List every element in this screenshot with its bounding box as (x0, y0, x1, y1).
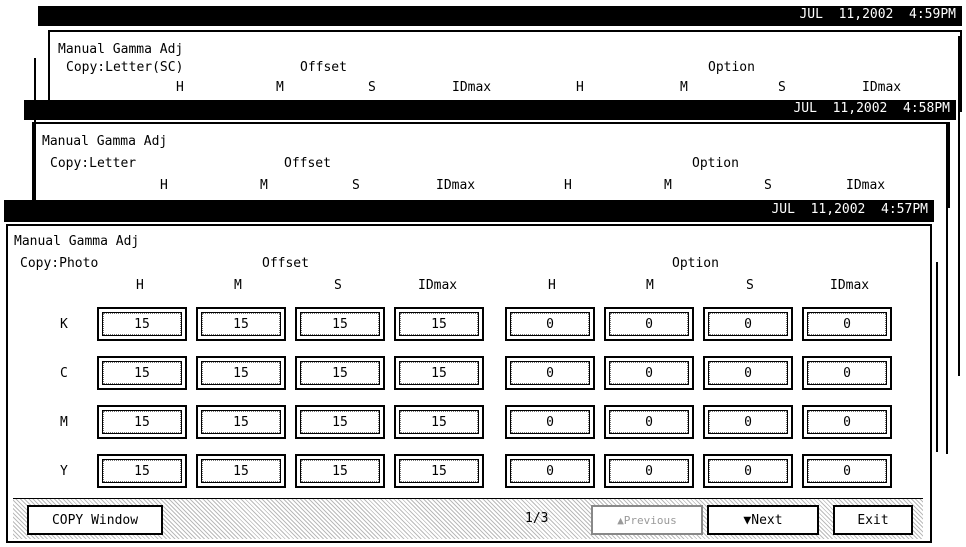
stack-edge (34, 58, 36, 208)
y-offset-h[interactable]: 15 (97, 454, 187, 488)
col-m: M (276, 80, 284, 95)
y-option-idmax[interactable]: 0 (802, 454, 892, 488)
copy-mode-label: Copy:Letter(SC) (66, 60, 184, 75)
m-offset-idmax[interactable]: 15 (394, 405, 484, 439)
offset-label: Offset (284, 156, 331, 171)
copy-mode-label: Copy:Letter (50, 156, 137, 171)
y-offset-s[interactable]: 15 (295, 454, 385, 488)
offset-label: Offset (262, 256, 309, 271)
m-option-s[interactable]: 0 (703, 405, 793, 439)
c-option-h[interactable]: 0 (505, 356, 595, 390)
row-label-y: Y (60, 464, 68, 479)
next-button[interactable]: ▼Next (707, 505, 819, 535)
c-option-s[interactable]: 0 (703, 356, 793, 390)
title-bar: JUL 11,2002 4:57PM (4, 200, 934, 222)
window-frame: Manual Gamma Adj Copy:Letter Offset Opti… (32, 122, 950, 208)
m-offset-m[interactable]: 15 (196, 405, 286, 439)
c-offset-s[interactable]: 15 (295, 356, 385, 390)
m-offset-h[interactable]: 15 (97, 405, 187, 439)
col-opt-h: H (548, 278, 556, 293)
title-bar: JUL 11,2002 4:58PM (24, 100, 956, 120)
col-s: S (352, 178, 360, 193)
col-opt-h: H (576, 80, 584, 95)
y-offset-m[interactable]: 15 (196, 454, 286, 488)
option-label: Option (708, 60, 755, 75)
col-s: S (334, 278, 342, 293)
col-opt-idmax: IDmax (830, 278, 870, 293)
window-frame: Manual Gamma Adj Copy:Photo Offset Optio… (6, 224, 932, 543)
row-label-k: K (60, 317, 68, 332)
col-opt-idmax: IDmax (862, 80, 902, 95)
m-option-m[interactable]: 0 (604, 405, 694, 439)
col-idmax: IDmax (418, 278, 458, 293)
col-h: H (136, 278, 144, 293)
title-bar: JUL 11,2002 4:59PM (38, 6, 962, 26)
k-offset-m[interactable]: 15 (196, 307, 286, 341)
k-option-h[interactable]: 0 (505, 307, 595, 341)
k-offset-idmax[interactable]: 15 (394, 307, 484, 341)
y-option-s[interactable]: 0 (703, 454, 793, 488)
c-offset-h[interactable]: 15 (97, 356, 187, 390)
stack-edge (936, 262, 938, 452)
y-offset-idmax[interactable]: 15 (394, 454, 484, 488)
col-opt-s: S (778, 80, 786, 95)
copy-mode-label: Copy:Photo (20, 256, 99, 271)
k-offset-s[interactable]: 15 (295, 307, 385, 341)
row-label-c: C (60, 366, 68, 381)
window-back-2: JUL 11,2002 4:58PM Manual Gamma Adj Copy… (24, 100, 956, 210)
col-idmax: IDmax (452, 80, 492, 95)
row-label-m: M (60, 415, 68, 430)
col-h: H (176, 80, 184, 95)
stack-edge (946, 124, 948, 454)
c-offset-m[interactable]: 15 (196, 356, 286, 390)
y-option-h[interactable]: 0 (505, 454, 595, 488)
col-s: S (368, 80, 376, 95)
stack-edge (958, 36, 960, 376)
screen-title: Manual Gamma Adj (58, 42, 184, 57)
page-indicator: 1/3 (525, 511, 549, 526)
m-option-idmax[interactable]: 0 (802, 405, 892, 439)
col-m: M (260, 178, 268, 193)
col-opt-s: S (746, 278, 754, 293)
col-opt-m: M (646, 278, 654, 293)
c-option-idmax[interactable]: 0 (802, 356, 892, 390)
col-opt-m: M (680, 80, 688, 95)
clock: JUL 11,2002 4:58PM (793, 101, 950, 116)
col-opt-m: M (664, 178, 672, 193)
col-idmax: IDmax (436, 178, 476, 193)
m-offset-s[interactable]: 15 (295, 405, 385, 439)
c-option-m[interactable]: 0 (604, 356, 694, 390)
footer-bar: COPY Window 1/3 ▲Previous ▼Next Exit (13, 498, 923, 539)
k-option-idmax[interactable]: 0 (802, 307, 892, 341)
option-label: Option (672, 256, 719, 271)
c-offset-idmax[interactable]: 15 (394, 356, 484, 390)
col-h: H (160, 178, 168, 193)
clock: JUL 11,2002 4:57PM (771, 202, 928, 217)
y-option-m[interactable]: 0 (604, 454, 694, 488)
k-offset-h[interactable]: 15 (97, 307, 187, 341)
k-option-m[interactable]: 0 (604, 307, 694, 341)
m-option-h[interactable]: 0 (505, 405, 595, 439)
option-label: Option (692, 156, 739, 171)
col-m: M (234, 278, 242, 293)
col-opt-s: S (764, 178, 772, 193)
screen-title: Manual Gamma Adj (42, 134, 168, 149)
window-front: JUL 11,2002 4:57PM Manual Gamma Adj Copy… (4, 200, 934, 545)
col-opt-idmax: IDmax (846, 178, 886, 193)
col-opt-h: H (564, 178, 572, 193)
copy-window-button[interactable]: COPY Window (27, 505, 163, 535)
clock: JUL 11,2002 4:59PM (799, 7, 956, 22)
screen-title: Manual Gamma Adj (14, 234, 140, 249)
previous-button[interactable]: ▲Previous (591, 505, 703, 535)
offset-label: Offset (300, 60, 347, 75)
k-option-s[interactable]: 0 (703, 307, 793, 341)
exit-button[interactable]: Exit (833, 505, 913, 535)
